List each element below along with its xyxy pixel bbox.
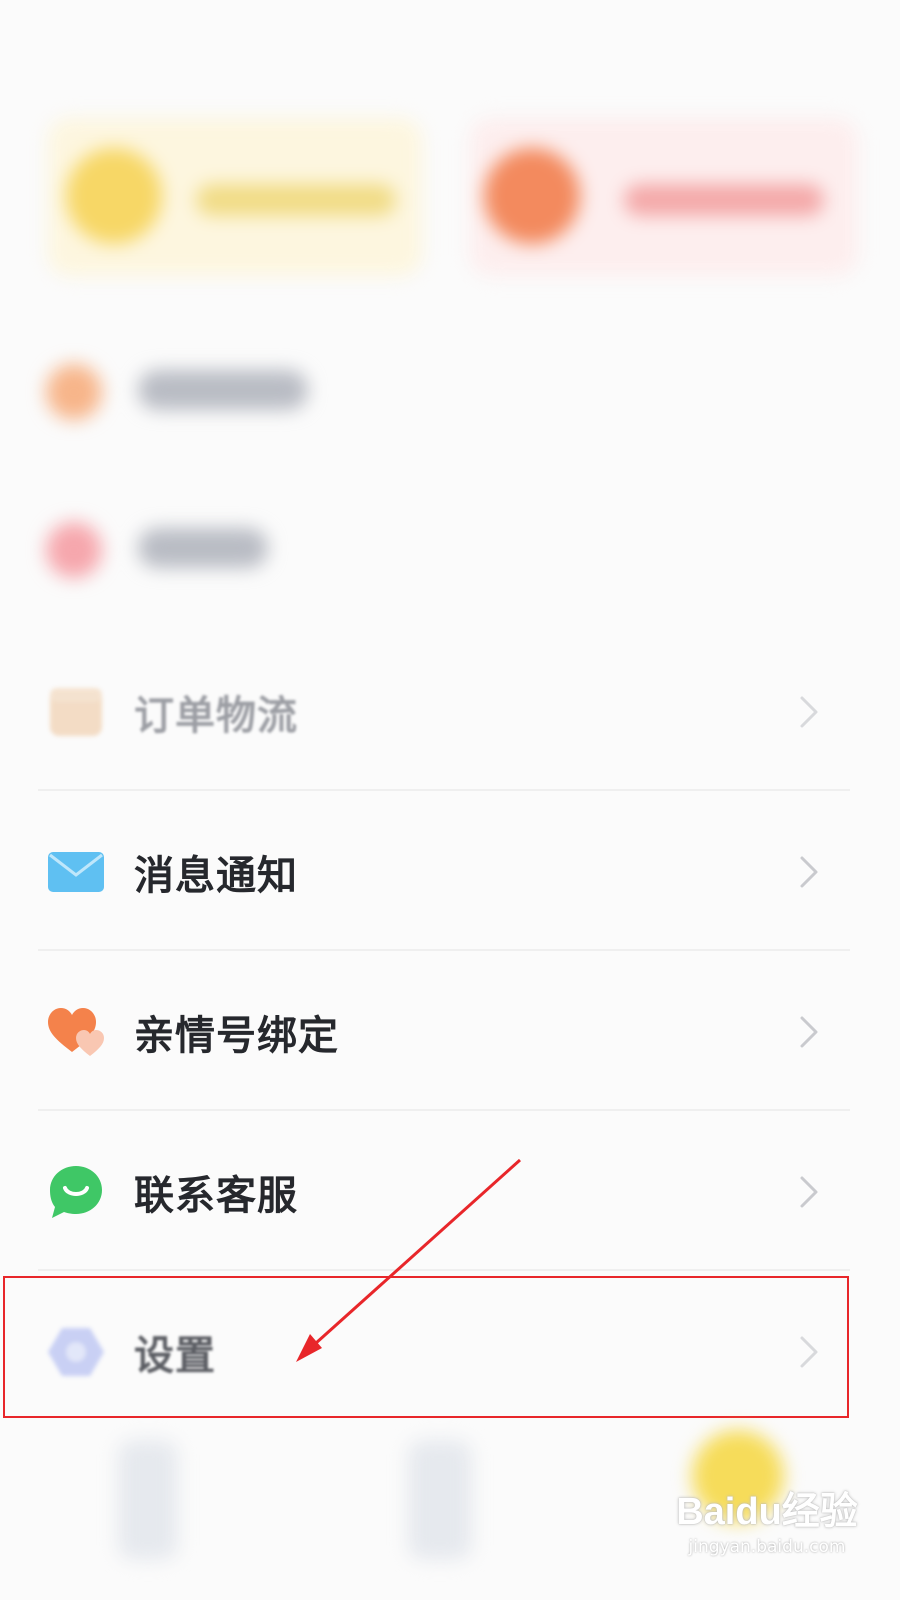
menu-item-label: 联系客服: [134, 1173, 298, 1219]
blurred-text: [138, 528, 268, 568]
menu-item-label: 消息通知: [134, 853, 298, 899]
menu-item-notifications[interactable]: 消息通知: [38, 792, 858, 952]
blurred-text: [138, 370, 308, 410]
blurred-feature-card-right[interactable]: [470, 118, 858, 276]
divider: [38, 949, 850, 951]
chevron-right-icon: [796, 692, 822, 732]
blurred-text: [624, 184, 824, 216]
watermark-url: jingyan.baidu.com: [688, 1537, 846, 1557]
orange-circle-icon: [484, 148, 580, 244]
mail-icon: [46, 842, 106, 902]
blurred-feature-card-left[interactable]: [48, 118, 422, 276]
chevron-right-icon: [796, 852, 822, 892]
chevron-right-icon: [796, 1172, 822, 1212]
menu-item-orders[interactable]: 订单物流: [38, 632, 858, 792]
blurred-text: [196, 184, 396, 216]
menu-item-family-binding[interactable]: 亲情号绑定: [38, 952, 858, 1112]
blurred-menu-row[interactable]: [38, 342, 858, 434]
divider: [38, 1269, 850, 1271]
orange-icon: [46, 364, 102, 420]
highlight-annotation-box: [3, 1276, 849, 1418]
divider: [38, 1109, 850, 1111]
menu-item-label: 亲情号绑定: [134, 1013, 339, 1059]
divider: [38, 789, 850, 791]
watermark-logo: Baidu经验: [676, 1491, 858, 1533]
chat-icon: [46, 1162, 106, 1222]
menu-item-customer-service[interactable]: 联系客服: [38, 1112, 858, 1272]
hearts-icon: [46, 1002, 106, 1062]
chevron-right-icon: [796, 1012, 822, 1052]
menu-item-label: 订单物流: [134, 693, 298, 739]
nav-item-icon[interactable]: [118, 1440, 178, 1560]
watermark: Baidu经验 jingyan.baidu.com: [672, 1480, 862, 1572]
blurred-menu-row[interactable]: [38, 500, 858, 592]
yellow-circle-icon: [66, 148, 162, 244]
nav-item-icon[interactable]: [408, 1440, 472, 1560]
package-icon: [46, 682, 106, 742]
pink-icon: [46, 522, 102, 578]
